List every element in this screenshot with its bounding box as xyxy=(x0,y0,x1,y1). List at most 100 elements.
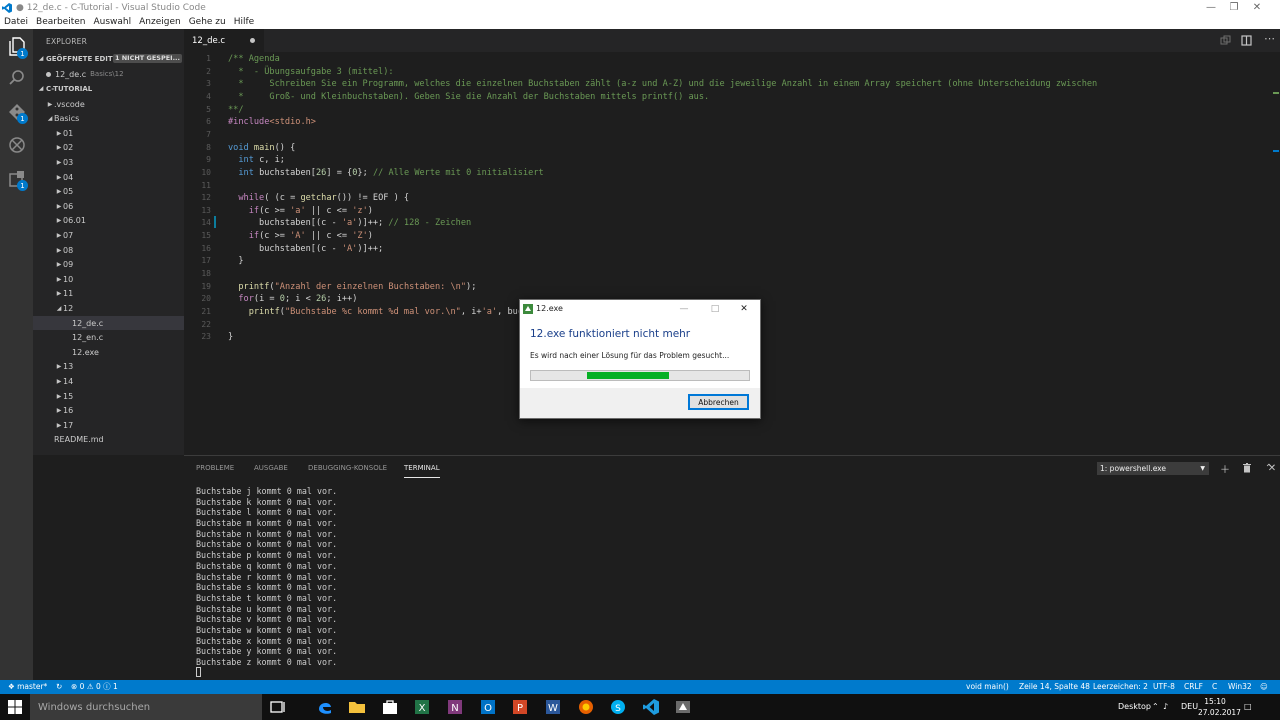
windows-search-box[interactable]: Windows durchsuchen xyxy=(30,694,262,720)
code-token: ] = { xyxy=(326,167,353,178)
search-icon[interactable] xyxy=(6,67,28,89)
new-terminal-icon[interactable]: ＋ xyxy=(1219,462,1231,476)
branch-item[interactable]: ❖ master* xyxy=(8,680,47,694)
tree-item[interactable]: ▶ 07 xyxy=(33,228,184,242)
start-button[interactable] xyxy=(0,694,30,720)
problems-item[interactable]: ⊗ 0 ⚠ 0 ⓘ 1 xyxy=(71,680,118,694)
dialog-close-button[interactable]: ✕ xyxy=(736,302,752,316)
edge-icon[interactable] xyxy=(315,697,335,717)
encoding[interactable]: UTF-8 xyxy=(1153,680,1175,694)
activity-bar: 1 1 1 xyxy=(0,29,33,680)
word-icon[interactable]: W xyxy=(543,697,563,717)
desktop-toolbar[interactable]: Desktop xyxy=(1118,694,1151,720)
skype-icon[interactable]: S xyxy=(608,697,628,717)
excel-icon[interactable]: X xyxy=(412,697,432,717)
code-token: buchstaben[ xyxy=(253,167,316,178)
menu-hilfe[interactable]: Hilfe xyxy=(230,17,258,27)
powerpoint-icon[interactable]: P xyxy=(510,697,530,717)
dialog-minimize-button[interactable]: — xyxy=(676,302,692,316)
tab-terminal[interactable]: TERMINAL xyxy=(404,464,440,472)
cancel-button[interactable]: Abbrechen xyxy=(688,394,749,410)
tab-probleme[interactable]: PROBLEME xyxy=(196,464,234,472)
function-indicator[interactable]: void main() xyxy=(966,680,1009,694)
line-ending[interactable]: CRLF xyxy=(1184,680,1203,694)
tree-item[interactable]: ◢ Basics xyxy=(33,112,184,126)
line-number: 15 xyxy=(201,231,211,241)
tree-item[interactable]: ▶ .vscode xyxy=(33,97,184,111)
chevron-right-icon: ▶ xyxy=(47,100,53,108)
code-token: , i+ xyxy=(460,307,482,317)
tree-item-label: 15 xyxy=(63,391,74,401)
terminal-select[interactable]: 1: powershell.exe ▼ xyxy=(1097,462,1209,475)
chevron-right-icon: ▶ xyxy=(56,173,62,181)
debug-icon[interactable] xyxy=(6,134,28,156)
store-icon[interactable] xyxy=(380,697,400,717)
tree-item[interactable]: 12.exe xyxy=(33,345,184,359)
tree-item[interactable]: ▶ 09 xyxy=(33,258,184,272)
cursor-position[interactable]: Zeile 14, Spalte 48 xyxy=(1019,680,1090,694)
menu-anzeigen[interactable]: Anzeigen xyxy=(135,17,185,27)
terminal-select-value: 1: powershell.exe xyxy=(1100,464,1166,473)
volume-icon[interactable]: ♪ xyxy=(1163,694,1168,720)
input-language[interactable]: DEU xyxy=(1181,694,1198,720)
code-token: ); xyxy=(466,281,477,292)
tree-item[interactable]: 12_de.c xyxy=(33,316,184,330)
smiley-icon[interactable]: ☺ xyxy=(1260,680,1268,694)
tree-item[interactable]: ▶ 13 xyxy=(33,360,184,374)
tree-item[interactable]: 12_en.c xyxy=(33,331,184,345)
tree-item[interactable]: ▶ 04 xyxy=(33,170,184,184)
tree-item[interactable]: ◢ 12 xyxy=(33,301,184,315)
outlook-icon[interactable]: O xyxy=(478,697,498,717)
line-number: 16 xyxy=(201,243,211,253)
tree-item[interactable]: ▶ 16 xyxy=(33,404,184,418)
scrollbar[interactable] xyxy=(1272,52,1280,455)
open-changes-icon[interactable] xyxy=(1220,35,1231,46)
tab-ausgabe[interactable]: AUSGABE xyxy=(254,464,288,472)
tree-item[interactable]: ▶ 08 xyxy=(33,243,184,257)
trash-icon[interactable] xyxy=(1241,462,1253,474)
tree-item[interactable]: ▶ 05 xyxy=(33,185,184,199)
line-number: 12 xyxy=(201,193,211,203)
split-editor-icon[interactable] xyxy=(1241,35,1252,46)
tree-item[interactable]: ▶ 15 xyxy=(33,389,184,403)
tree-item[interactable]: ▶ 01 xyxy=(33,126,184,140)
open-editor-item[interactable]: 12_de.c Basics\12 xyxy=(33,67,184,81)
tab-debugging-konsole[interactable]: DEBUGGING-KONSOLE xyxy=(308,464,387,472)
platform[interactable]: Win32 xyxy=(1228,680,1252,694)
tree-item[interactable]: ▶ 03 xyxy=(33,155,184,169)
onenote-icon[interactable]: N xyxy=(445,697,465,717)
firefox-icon[interactable] xyxy=(576,697,596,717)
clock[interactable]: 15:10 27.02.2017 xyxy=(1198,696,1241,718)
folder-header[interactable]: ◢ C-TUTORIAL xyxy=(33,82,184,95)
error-app-taskbar-icon[interactable] xyxy=(673,697,693,717)
tree-item[interactable]: README.md xyxy=(33,433,184,447)
unsaved-dot-icon[interactable] xyxy=(250,38,255,43)
code-token: * - Übungsaufgabe 3 (mittel): xyxy=(228,66,394,77)
close-panel-icon[interactable]: ✕ xyxy=(1266,462,1278,474)
tree-item[interactable]: ▶ 06 xyxy=(33,199,184,213)
tree-item[interactable]: ▶ 10 xyxy=(33,272,184,286)
menu-bearbeiten[interactable]: Bearbeiten xyxy=(32,17,89,27)
more-actions-icon[interactable]: ⋯ xyxy=(1264,33,1275,44)
tree-item[interactable]: ▶ 06.01 xyxy=(33,214,184,228)
tree-item[interactable]: ▶ 02 xyxy=(33,141,184,155)
sync-icon[interactable]: ↻ xyxy=(56,680,62,694)
action-center-icon[interactable]: □ xyxy=(1244,694,1252,720)
tree-item[interactable]: ▶ 17 xyxy=(33,418,184,432)
menu-datei[interactable]: Datei xyxy=(0,17,32,27)
open-editors-header[interactable]: ◢ GEÖFFNETE EDITOREN 1 NICHT GESPEI... xyxy=(33,52,184,65)
code-line: 7 xyxy=(184,129,1264,142)
menu-gehe-zu[interactable]: Gehe zu xyxy=(185,17,230,27)
tree-item[interactable]: ▶ 11 xyxy=(33,287,184,301)
terminal-output[interactable]: Buchstabe j kommt 0 mal vor. Buchstabe k … xyxy=(196,486,337,668)
indentation[interactable]: Leerzeichen: 2 xyxy=(1093,680,1148,694)
vscode-taskbar-icon[interactable] xyxy=(641,697,661,717)
menu-auswahl[interactable]: Auswahl xyxy=(89,17,135,27)
close-button[interactable]: ✕ xyxy=(1234,0,1280,15)
language-mode[interactable]: C xyxy=(1212,680,1217,694)
code-text: } xyxy=(228,331,233,344)
tree-item[interactable]: ▶ 14 xyxy=(33,374,184,388)
file-explorer-icon[interactable] xyxy=(347,697,367,717)
task-view-icon[interactable] xyxy=(268,697,288,717)
tray-overflow-icon[interactable]: ⌃ xyxy=(1152,694,1159,720)
